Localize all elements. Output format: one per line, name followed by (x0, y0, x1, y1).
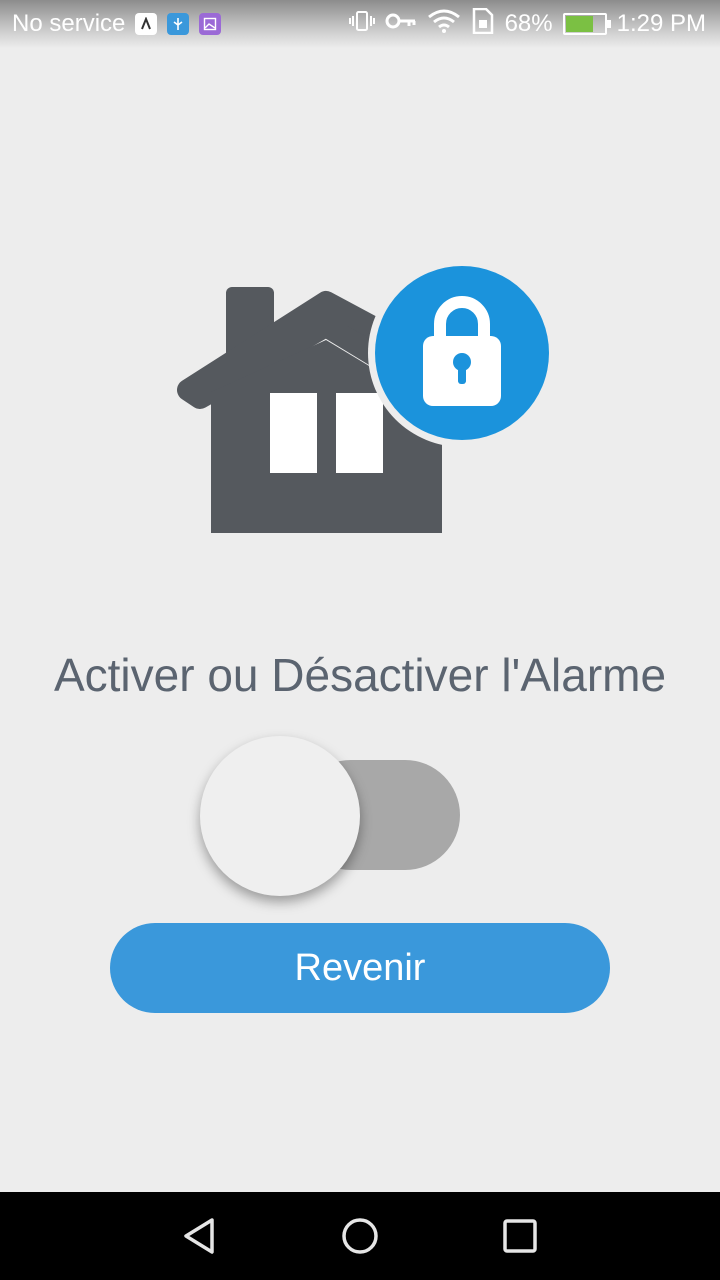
battery-percent: 68% (504, 10, 553, 37)
house-lock-illustration (170, 259, 560, 550)
nav-recents-button[interactable] (490, 1206, 550, 1266)
battery-charging-icon (562, 13, 611, 35)
status-bar-left: No service (12, 10, 222, 38)
usb-icon (167, 13, 190, 35)
nav-back-button[interactable] (170, 1206, 230, 1266)
clock: 1:29 PM (616, 10, 706, 37)
carrier-label: No service (12, 10, 126, 37)
back-icon (184, 1218, 214, 1254)
house-lock-icon (177, 259, 556, 533)
wifi-icon (427, 9, 461, 40)
toggle-thumb[interactable] (200, 736, 360, 896)
alarm-toggle[interactable] (196, 730, 466, 900)
recents-icon (503, 1219, 537, 1253)
home-icon (342, 1218, 378, 1254)
back-button[interactable]: Revenir (110, 923, 610, 1013)
status-bar: No service 68% 1:29 PM (0, 0, 720, 48)
status-bar-right: 68% 1:29 PM (348, 7, 706, 41)
navigation-bar (0, 1192, 720, 1280)
app-notification-icon (135, 13, 158, 35)
screen: No service 68% 1:29 PM Activer ou Désact… (0, 0, 720, 1280)
image-icon (199, 13, 222, 35)
nav-home-button[interactable] (330, 1206, 390, 1266)
key-icon (385, 10, 417, 38)
alarm-title: Activer ou Désactiver l'Alarme (53, 649, 667, 701)
vibrate-icon (348, 9, 375, 40)
sim-icon (471, 7, 495, 41)
battery-level-fill (565, 16, 593, 32)
